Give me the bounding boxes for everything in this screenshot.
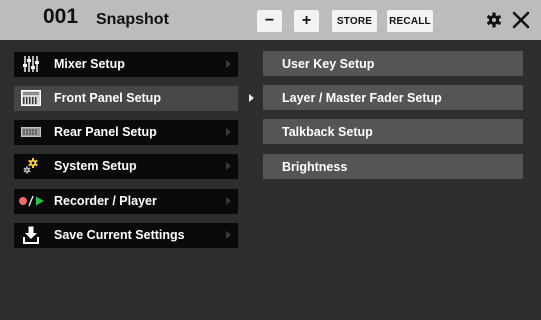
- submenu-item-label: Layer / Master Fader Setup: [282, 91, 442, 105]
- gears-icon: [21, 157, 41, 175]
- submenu-item-talkback-setup[interactable]: Talkback Setup: [263, 119, 523, 144]
- submenu-item-label: Talkback Setup: [282, 125, 373, 139]
- submenu-item-label: Brightness: [282, 160, 348, 174]
- menu-item-front-panel-setup[interactable]: Front Panel Setup: [14, 86, 254, 111]
- snapshot-number: 001: [43, 5, 79, 28]
- submenu-item-label: User Key Setup: [282, 57, 375, 71]
- chevron-right-icon: [226, 60, 231, 68]
- menu-item-label: Rear Panel Setup: [54, 125, 157, 139]
- menu-item-label: Save Current Settings: [54, 228, 185, 242]
- gear-icon[interactable]: [486, 11, 502, 29]
- snapshot-minus-button[interactable]: −: [257, 10, 282, 32]
- chevron-right-icon: [226, 197, 231, 205]
- store-button[interactable]: STORE: [332, 10, 377, 32]
- header-bar: 001 Snapshot − + STORE RECALL: [0, 0, 541, 40]
- menu-item-label: System Setup: [54, 159, 137, 173]
- chevron-right-icon: [249, 94, 254, 102]
- submenu-item-layer-master-fader-setup[interactable]: Layer / Master Fader Setup: [263, 85, 523, 110]
- snapshot-title: Snapshot: [96, 11, 169, 28]
- submenu-item-user-key-setup[interactable]: User Key Setup: [263, 51, 523, 76]
- submenu-item-brightness[interactable]: Brightness: [263, 154, 523, 179]
- recall-button[interactable]: RECALL: [387, 10, 433, 32]
- menu-item-save-current-settings[interactable]: Save Current Settings: [14, 223, 238, 248]
- menu-item-mixer-setup[interactable]: Mixer Setup: [14, 52, 238, 77]
- chevron-right-icon: [226, 162, 231, 170]
- snapshot-plus-button[interactable]: +: [294, 10, 319, 32]
- record-play-icon: [18, 192, 48, 210]
- menu-item-label: Front Panel Setup: [54, 91, 161, 105]
- menu-item-system-setup[interactable]: System Setup: [14, 154, 238, 179]
- chevron-right-icon: [226, 128, 231, 136]
- menu-item-rear-panel-setup[interactable]: Rear Panel Setup: [14, 120, 238, 145]
- mixer-faders-icon: [21, 55, 41, 73]
- save-download-icon: [21, 226, 41, 244]
- menu-item-label: Mixer Setup: [54, 57, 125, 71]
- close-icon[interactable]: [512, 10, 530, 30]
- front-panel-icon: [21, 89, 41, 107]
- menu-item-recorder-player[interactable]: Recorder / Player: [14, 189, 238, 214]
- menu-item-label: Recorder / Player: [54, 194, 157, 208]
- rear-panel-icon: [21, 123, 41, 141]
- chevron-right-icon: [226, 231, 231, 239]
